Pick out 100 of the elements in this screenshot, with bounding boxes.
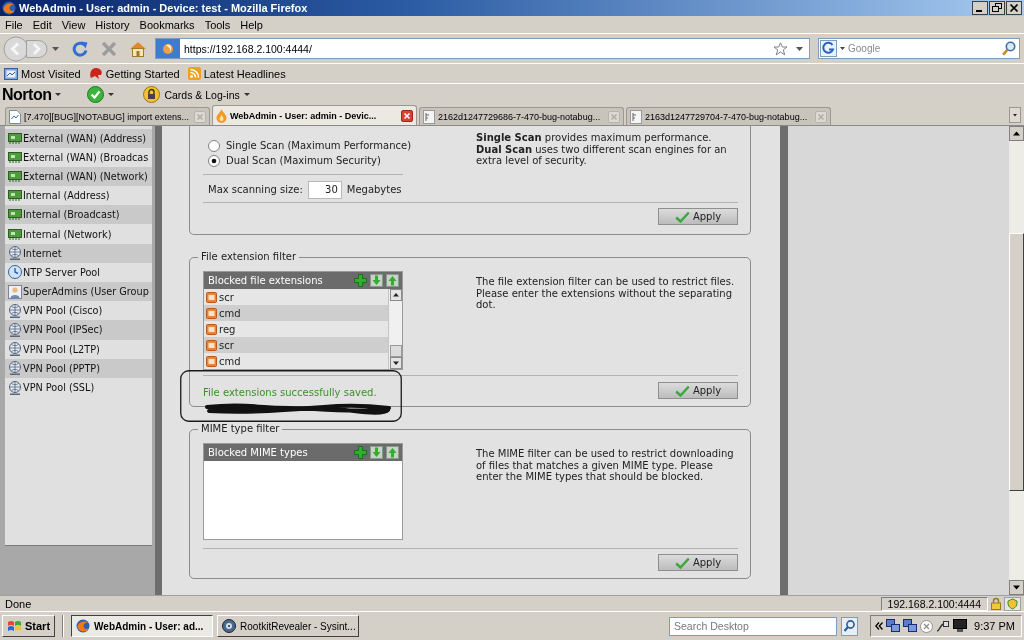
menu-item[interactable]: File: [0, 18, 28, 31]
browser-tab[interactable]: [7.470][BUG][NOTABUG] import extens...: [5, 107, 210, 125]
list-item[interactable]: cmd: [204, 305, 388, 321]
restore-icon[interactable]: [989, 1, 1005, 15]
close-icon[interactable]: [1006, 1, 1022, 15]
feed-icon: [187, 67, 201, 80]
menu-item[interactable]: History: [90, 18, 135, 31]
bookmark-item[interactable]: Getting Started: [88, 67, 180, 80]
site-identity-icon[interactable]: [156, 39, 180, 58]
start-button[interactable]: Start: [2, 615, 56, 637]
taskbar-button[interactable]: WebAdmin - User: ad...: [71, 615, 214, 637]
apply-button[interactable]: Apply: [658, 382, 738, 399]
caret-icon: [55, 93, 62, 96]
menu-item[interactable]: Edit: [27, 18, 57, 31]
apply-button[interactable]: Apply: [658, 554, 738, 571]
globe-icon: [8, 380, 22, 395]
page-icon: [9, 109, 21, 124]
search-icon[interactable]: [841, 616, 859, 636]
browser-tab[interactable]: 2162d1247729686-7-470-bug-notabug...: [419, 107, 624, 125]
folder-icon: [4, 67, 18, 80]
window-title: WebAdmin - User: admin - Device: test - Mozilla Firefox: [19, 2, 308, 14]
bookmark-item[interactable]: Latest Headlines: [187, 67, 286, 80]
search-field[interactable]: Google: [818, 38, 1020, 59]
browser-tab[interactable]: 2163d1247729704-7-470-bug-notabug...: [626, 107, 831, 125]
radio-icon[interactable]: [208, 139, 220, 152]
success-message: File extensions successfully saved.: [203, 386, 377, 398]
radio-option[interactable]: Single Scan (Maximum Performance): [203, 138, 418, 153]
network-card-icon: [8, 132, 22, 144]
plug-icon[interactable]: [936, 619, 951, 633]
network-card-icon: [8, 209, 22, 221]
sidebar-item[interactable]: External (WAN) (Address): [5, 128, 152, 148]
chevron-icon[interactable]: [875, 622, 884, 630]
bookmark-item[interactable]: Most Visited: [4, 67, 81, 80]
address-field[interactable]: https://192.168.2.100:4444/: [155, 38, 810, 59]
disc-icon: [222, 619, 237, 633]
cards-menu-button[interactable]: Cards & Log-ins: [143, 86, 250, 103]
menu-item[interactable]: View: [56, 18, 91, 31]
check-icon[interactable]: [87, 86, 105, 103]
flag-icon: [7, 619, 22, 633]
close-icon[interactable]: [401, 109, 413, 122]
desktop-search-field[interactable]: Search Desktop: [669, 616, 838, 636]
list-title: Blocked file extensions: [208, 275, 324, 286]
description-text: Single Scan provides maximum performance. Dual Scan uses two different scan engines for an extra level of security.: [476, 131, 728, 168]
check-icon: [674, 210, 690, 223]
tab-list-icon[interactable]: [1009, 107, 1021, 123]
caret-icon[interactable]: [52, 46, 59, 51]
caret-icon: [243, 93, 250, 96]
menu-item[interactable]: Bookmarks: [134, 18, 200, 31]
section-legend: MIME type filter: [198, 423, 283, 435]
section-legend: File extension filter: [198, 251, 300, 263]
lock-icon[interactable]: [991, 597, 1001, 610]
list-item[interactable]: reg: [204, 321, 388, 337]
caret-icon[interactable]: [840, 47, 845, 50]
caret-icon[interactable]: [108, 93, 115, 96]
globe-icon: [8, 342, 22, 357]
caret-icon[interactable]: [796, 46, 803, 51]
minimize-icon[interactable]: [972, 1, 988, 15]
display-icon[interactable]: [953, 619, 968, 633]
check-icon: [674, 556, 690, 569]
menu-item[interactable]: Help: [235, 18, 268, 31]
sidebar-item[interactable]: VPN Pool (PPTP): [5, 358, 152, 378]
field-label: Max scanning size:: [208, 184, 303, 195]
menu-item[interactable]: Tools: [199, 18, 236, 31]
bookmark-icon: [88, 67, 103, 80]
reload-icon[interactable]: [71, 39, 89, 58]
search-icon[interactable]: [1002, 41, 1016, 56]
sidebar-item[interactable]: Internal (Broadcast): [5, 205, 152, 225]
file-icon: [206, 339, 217, 351]
scroll-thumb[interactable]: [389, 345, 402, 357]
network-icon[interactable]: [903, 619, 918, 633]
max-size-field[interactable]: 30: [307, 180, 342, 199]
network-card-icon: [8, 228, 22, 240]
sidebar-item[interactable]: Internet: [5, 243, 152, 263]
file-icon: [206, 291, 217, 303]
document-icon: [630, 109, 642, 124]
document-icon: [423, 109, 435, 124]
host-text: 192.168.2.100:4444: [880, 596, 988, 611]
check-icon: [674, 384, 690, 397]
search-engine-icon[interactable]: [820, 40, 837, 57]
brand-menu-button[interactable]: Norton: [2, 85, 62, 104]
page-scrollbar[interactable]: [1009, 126, 1024, 595]
radio-option[interactable]: Dual Scan (Maximum Security): [203, 153, 418, 168]
list-item[interactable]: scr: [204, 289, 388, 305]
list-scrollbar[interactable]: [388, 289, 402, 369]
globe-icon: [8, 303, 22, 318]
list-item[interactable]: scr: [204, 337, 388, 353]
network-icon[interactable]: [886, 619, 901, 633]
sidebar-item[interactable]: SuperAdmins (User Group: [5, 282, 152, 302]
browser-tab[interactable]: WebAdmin - User: admin - Devic...: [212, 105, 417, 125]
unit-label: Megabytes: [346, 184, 402, 195]
description-text: The file extension filter can be used to restrict files. Please enter the extensions without the separating dot.: [476, 275, 736, 311]
list-item[interactable]: cmd: [204, 353, 388, 369]
sidebar-item[interactable]: VPN Pool (IPSec): [5, 320, 152, 340]
apply-button[interactable]: Apply: [658, 208, 738, 225]
radio-icon[interactable]: [208, 154, 220, 167]
home-icon[interactable]: [129, 40, 147, 57]
star-icon[interactable]: [773, 41, 788, 56]
network-card-icon: [8, 151, 22, 163]
taskbar-button[interactable]: RootkitRevealer - Sysint...: [217, 615, 360, 637]
sidebar-item[interactable]: External (WAN) (Network): [5, 166, 152, 187]
